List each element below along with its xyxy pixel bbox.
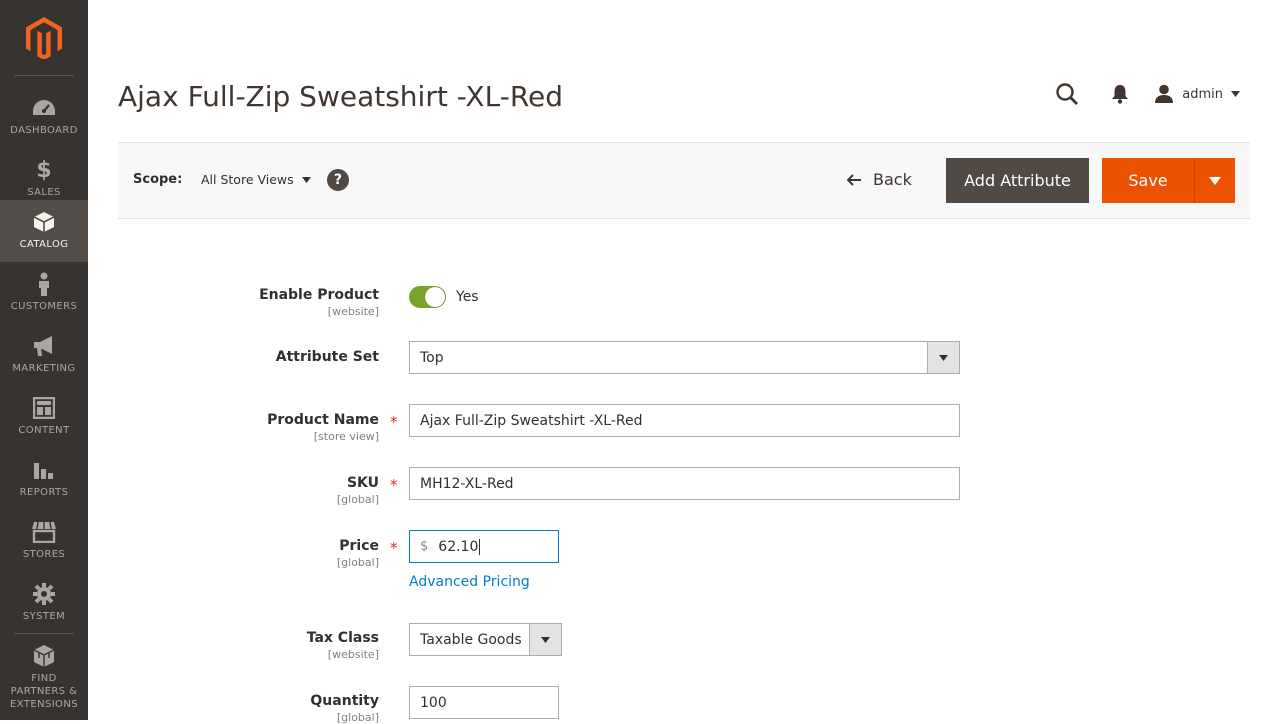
sidebar-item-stores[interactable]: STORES [0, 510, 88, 572]
speedometer-icon [33, 100, 55, 115]
enable-product-label: Enable Product [259, 287, 379, 303]
product-name-scope: [store view] [313, 430, 379, 443]
select-toggle[interactable] [927, 342, 959, 373]
admin-account-menu[interactable]: admin [1154, 84, 1240, 104]
header-actions: admin [1040, 80, 1240, 108]
notifications-button[interactable] [1093, 84, 1146, 104]
sidebar-item-label: CATALOG [19, 239, 69, 250]
sidebar-item-label: MARKETING [12, 363, 76, 374]
sku-input[interactable]: MH12-XL-Red [409, 467, 960, 500]
sidebar-item-reports[interactable]: REPORTS [0, 448, 88, 510]
required-marker: * [390, 413, 398, 431]
sidebar-item-dashboard[interactable]: DASHBOARD [0, 86, 88, 148]
save-button[interactable]: Save [1102, 158, 1194, 203]
search-icon [1056, 83, 1078, 105]
sidebar-item-label: STORES [22, 549, 66, 560]
sidebar-item-customers[interactable]: CUSTOMERS [0, 262, 88, 324]
page-title: Ajax Full-Zip Sweatshirt -XL-Red [118, 80, 564, 113]
price-input[interactable]: $ 62.10 [409, 530, 559, 563]
attribute-set-label: Attribute Set [275, 349, 379, 365]
tax-class-scope: [website] [327, 648, 379, 661]
enable-product-scope: [website] [327, 305, 379, 318]
bar-chart-icon [34, 463, 53, 479]
sidebar-item-label: REPORTS [19, 487, 69, 498]
price-label: Price [339, 538, 379, 554]
chevron-down-icon [939, 354, 948, 361]
required-marker: * [390, 476, 398, 494]
tax-class-value: Taxable Goods [420, 631, 522, 648]
price-scope: [global] [336, 556, 379, 569]
quantity-input[interactable]: 100 [409, 686, 559, 719]
chevron-down-icon [301, 176, 311, 183]
megaphone-icon [34, 336, 52, 356]
magento-logo-icon [26, 17, 62, 59]
sidebar-item-system[interactable]: SYSTEM [0, 572, 88, 634]
product-name-label: Product Name [267, 412, 379, 428]
text-cursor [479, 538, 481, 555]
sidebar-item-catalog[interactable]: CATALOG [0, 200, 88, 262]
back-button[interactable]: Back [847, 170, 912, 189]
sidebar-item-label: SYSTEM [22, 611, 66, 622]
sku-value: MH12-XL-Red [420, 475, 514, 492]
sidebar-item-label: CONTENT [18, 425, 70, 436]
sku-scope: [global] [336, 493, 379, 506]
product-name-input[interactable]: Ajax Full-Zip Sweatshirt -XL-Red [409, 404, 960, 437]
toggle-knob [425, 287, 445, 307]
required-marker: * [390, 539, 398, 557]
admin-username: admin [1182, 86, 1223, 102]
chevron-down-icon [541, 636, 550, 643]
cubes-icon [33, 645, 55, 667]
enable-product-toggle[interactable] [409, 286, 446, 308]
sidebar-item-marketing[interactable]: MARKETING [0, 324, 88, 386]
product-name-value: Ajax Full-Zip Sweatshirt -XL-Red [420, 412, 643, 429]
add-attribute-button[interactable]: Add Attribute [946, 158, 1089, 203]
tax-class-label: Tax Class [306, 630, 379, 646]
price-value: 62.10 [438, 538, 479, 555]
quantity-scope: [global] [336, 711, 379, 724]
dollar-icon: $ [36, 157, 52, 183]
scope-value: All Store Views [201, 172, 294, 187]
advanced-pricing-link[interactable]: Advanced Pricing [409, 574, 530, 590]
gear-icon [33, 583, 55, 605]
admin-sidebar: DASHBOARD $ SALES CATALOG CUSTOMERS MARK… [0, 0, 88, 720]
attribute-set-select[interactable]: Top [409, 341, 960, 374]
sidebar-item-label: DASHBOARD [10, 125, 78, 136]
chevron-down-icon [1209, 176, 1221, 185]
page-actions-toolbar: Scope: All Store Views ? Back Add Attrib… [118, 142, 1250, 219]
arrow-left-icon [847, 173, 861, 186]
global-search-button[interactable] [1040, 82, 1093, 106]
tax-class-select[interactable]: Taxable Goods [409, 623, 562, 656]
currency-symbol: $ [420, 539, 429, 554]
back-label: Back [873, 170, 912, 189]
storefront-icon [32, 521, 56, 543]
sidebar-item-label: CUSTOMERS [10, 301, 78, 312]
sidebar-item-label: SALES [27, 187, 61, 198]
scope-label: Scope: [133, 172, 183, 187]
select-toggle[interactable] [529, 624, 561, 655]
user-icon [1155, 84, 1174, 103]
quantity-label: Quantity [310, 693, 379, 709]
enable-product-value: Yes [456, 289, 479, 305]
scope-switcher[interactable]: All Store Views [201, 172, 311, 187]
sidebar-item-label: FIND PARTNERS & EXTENSIONS [10, 673, 78, 710]
box-icon [33, 212, 55, 232]
layout-icon [33, 397, 55, 419]
sidebar-item-find-partners[interactable]: FIND PARTNERS & EXTENSIONS [0, 634, 88, 720]
sidebar-divider [14, 75, 74, 76]
sku-label: SKU [346, 475, 379, 491]
bell-icon [1111, 85, 1128, 104]
person-icon [39, 272, 49, 296]
sidebar-item-content[interactable]: CONTENT [0, 386, 88, 448]
attribute-set-value: Top [420, 349, 444, 366]
chevron-down-icon [1231, 91, 1240, 97]
save-options-toggle[interactable] [1194, 158, 1235, 203]
scope-help-icon[interactable]: ? [327, 169, 349, 191]
magento-logo[interactable] [0, 0, 88, 76]
quantity-value: 100 [420, 694, 447, 711]
